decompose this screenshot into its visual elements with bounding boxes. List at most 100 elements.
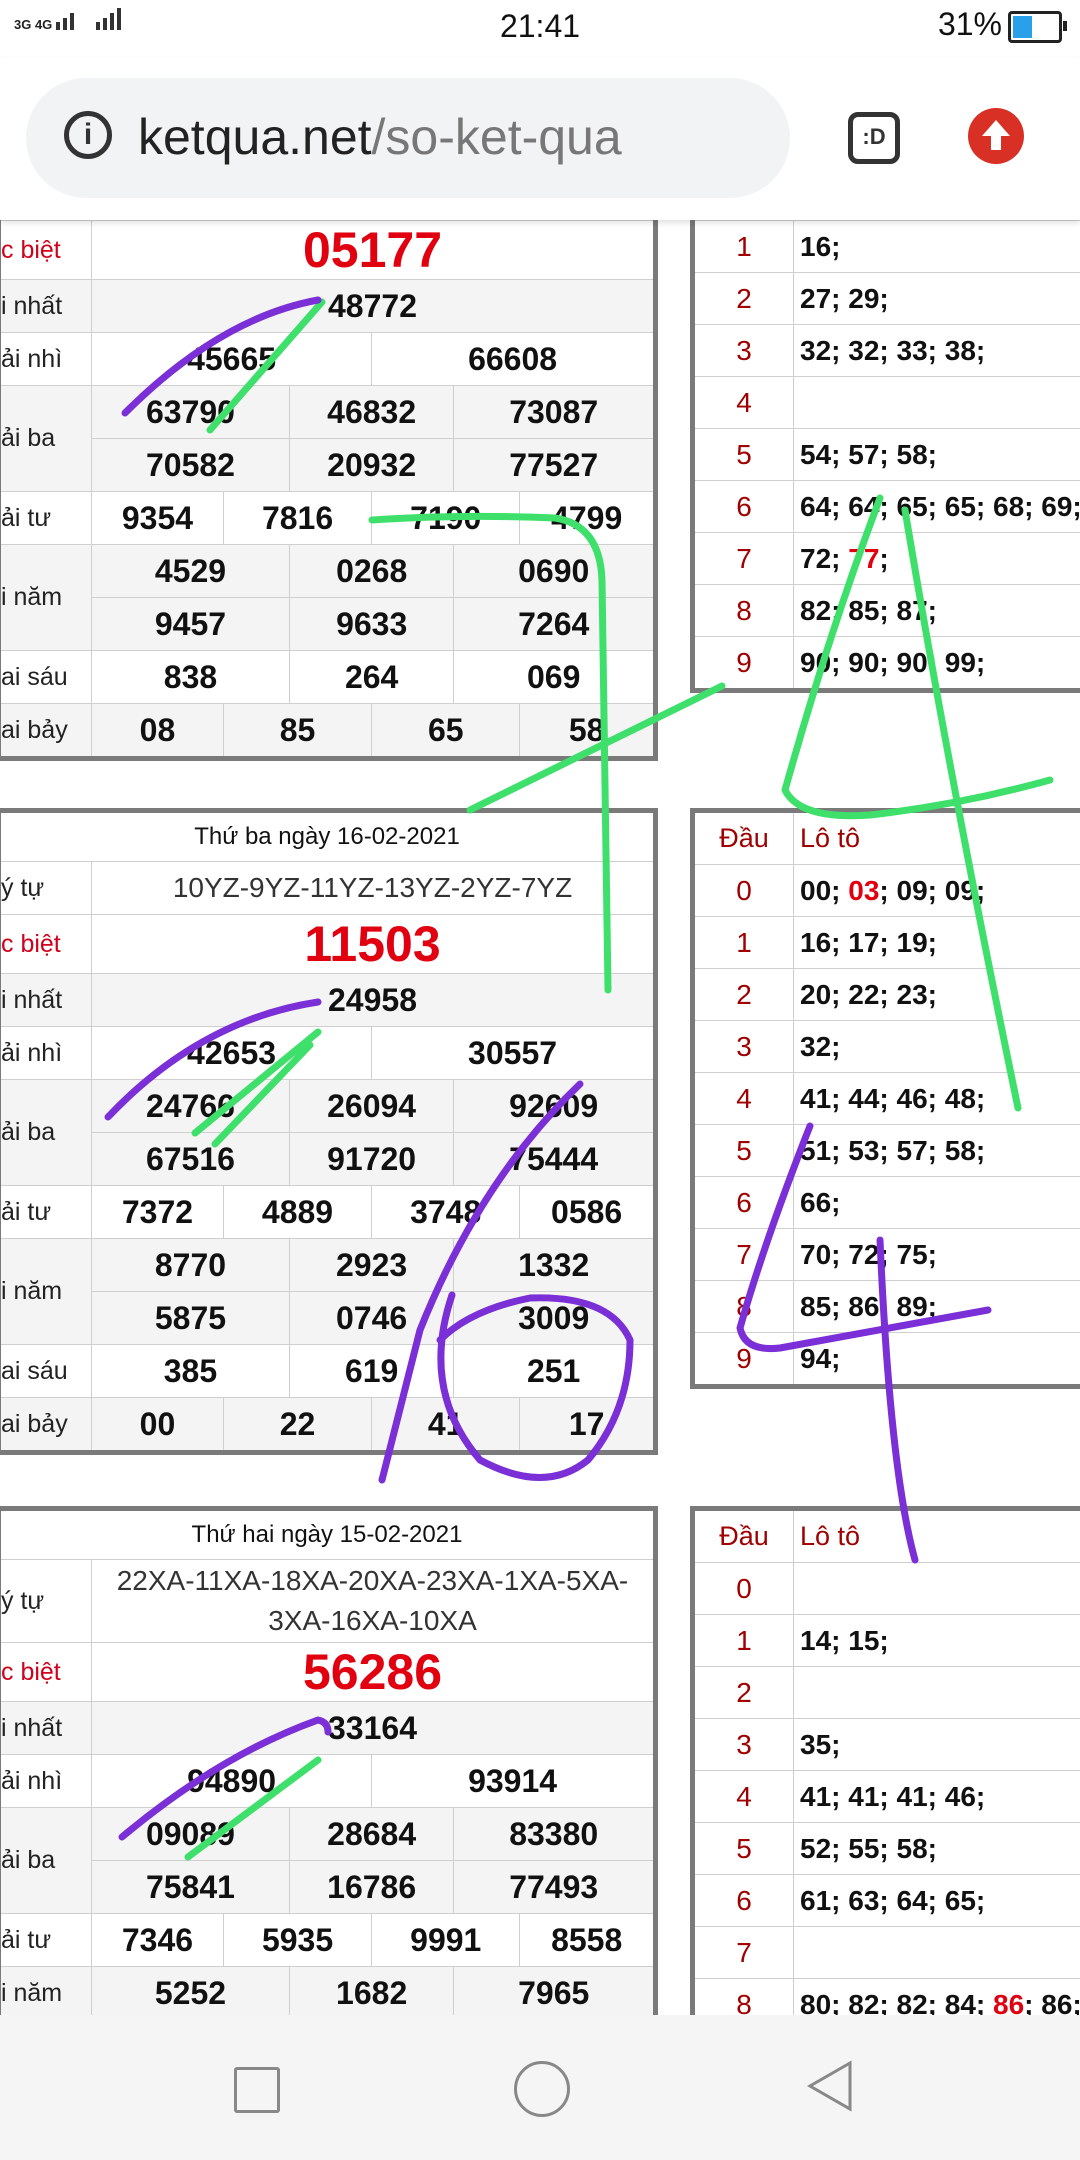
loto-table-3: Đầu Lô tô 0 1 14; 15; 2 3 35; 4 41; 41; 41; … [690, 1506, 1080, 2015]
loto-values: 70; 72; 75; [793, 1228, 1080, 1281]
info-icon[interactable]: i [64, 111, 112, 159]
loto-values: 51; 53; 57; 58; [793, 1124, 1080, 1177]
label-third: ải ba [0, 385, 92, 492]
loto-key: 8 [692, 1978, 794, 2015]
fifth-prize: 7965 [453, 1966, 656, 2015]
result-table-1: c biệt 05177 i nhất 48772 ải nhì 45665 66608… [0, 220, 658, 761]
third-prize: 92609 [453, 1079, 656, 1133]
address-bar[interactable]: i ketqua.net/so-ket-qua [26, 78, 790, 198]
label-sixth: ai sáu [0, 1344, 92, 1398]
loto-highlight: 86 [993, 1988, 1025, 2016]
loto-values: 72; 77; [793, 532, 1080, 585]
update-button[interactable] [968, 108, 1024, 164]
loto-highlight: 77 [848, 542, 880, 574]
loto-values: 90; 90; 90; 99; [793, 636, 1080, 691]
fourth-prize: 3748 [371, 1185, 521, 1239]
loto-key: 3 [692, 324, 794, 377]
draw-date: Thứ ba ngày 16-02-2021 [0, 810, 656, 862]
loto-key: 9 [692, 1332, 794, 1387]
sixth-prize: 838 [91, 650, 290, 704]
third-prize: 67516 [91, 1132, 290, 1186]
second-prize: 30557 [371, 1026, 656, 1080]
loto-key: 7 [692, 532, 794, 585]
third-prize: 77493 [453, 1860, 656, 1914]
loto-values: 32; [793, 1020, 1080, 1073]
loto-part: ; [879, 542, 889, 574]
label-third: ải ba [0, 1079, 92, 1186]
third-prize: 75444 [453, 1132, 656, 1186]
loto-head-label: Đầu [692, 810, 794, 865]
fifth-prize: 1682 [288, 1966, 455, 2015]
page-content: c biệt 05177 i nhất 48772 ải nhì 45665 66608… [0, 220, 1080, 2015]
label-special: c biệt [0, 914, 92, 974]
arrow-up-icon [982, 120, 1010, 150]
third-prize: 16786 [288, 1860, 455, 1914]
third-prize: 73087 [453, 385, 656, 439]
loto-values: 85; 86; 89; [793, 1280, 1080, 1333]
loto-values: 80; 82; 82; 84; 86; 86; [793, 1978, 1080, 2016]
loto-values [793, 1562, 1080, 1615]
fourth-prize: 9354 [91, 491, 224, 545]
seventh-prize: 41 [371, 1397, 521, 1453]
loto-values: 16; [793, 220, 1080, 273]
label-second: ải nhì [0, 1754, 92, 1808]
first-prize: 48772 [91, 279, 656, 333]
fifth-prize: 0268 [288, 544, 455, 598]
first-prize: 24958 [91, 973, 656, 1027]
battery-icon [1008, 10, 1067, 43]
url-text[interactable]: ketqua.net/so-ket-qua [138, 108, 622, 166]
third-prize: 91720 [288, 1132, 455, 1186]
label-seventh: ai bảy [0, 703, 92, 759]
third-prize: 28684 [288, 1807, 455, 1861]
loto-values: 82; 85; 87; [793, 584, 1080, 637]
loto-key: 9 [692, 636, 794, 691]
seventh-prize: 65 [371, 703, 521, 759]
loto-values: 16; 17; 19; [793, 916, 1080, 969]
loto-column-label: Lô tô [793, 1508, 1080, 1563]
loto-key: 3 [692, 1020, 794, 1073]
loto-values [793, 1926, 1080, 1979]
draw-sequence: 10YZ-9YZ-11YZ-13YZ-2YZ-7YZ [91, 861, 656, 915]
seventh-prize: 58 [519, 703, 656, 759]
loto-values: 41; 44; 46; 48; [793, 1072, 1080, 1125]
fourth-prize: 0586 [519, 1185, 656, 1239]
loto-key: 1 [692, 916, 794, 969]
label-fifth: i năm [0, 1966, 92, 2015]
loto-part: ; 09; 09; [879, 874, 986, 906]
result-table-3: Thứ hai ngày 15-02-2021 ý tự 22XA-11XA-18… [0, 1506, 658, 2015]
fifth-prize: 3009 [453, 1291, 656, 1345]
loto-key: 6 [692, 1176, 794, 1229]
second-prize: 42653 [90, 1026, 373, 1080]
label-fourth: ải tư [0, 491, 92, 545]
label-sequence: ý tự [0, 1559, 92, 1643]
label-first: i nhất [0, 973, 92, 1027]
label-special: c biệt [0, 220, 92, 280]
loto-part: 80; 82; 82; 84; [800, 1988, 993, 2016]
recent-apps-button[interactable] [234, 2067, 280, 2113]
loto-key: 3 [692, 1718, 794, 1771]
loto-key: 1 [692, 220, 794, 273]
loto-key: 6 [692, 1874, 794, 1927]
third-prize: 20932 [288, 438, 455, 492]
loto-key: 0 [692, 1562, 794, 1615]
third-prize: 46832 [288, 385, 455, 439]
loto-values [793, 1666, 1080, 1719]
loto-values: 54; 57; 58; [793, 428, 1080, 481]
fifth-prize: 5875 [91, 1291, 290, 1345]
fifth-prize: 7264 [453, 597, 656, 651]
fourth-prize: 4799 [519, 491, 656, 545]
loto-values: 52; 55; 58; [793, 1822, 1080, 1875]
loto-table-2: Đầu Lô tô 0 00; 03; 09; 09; 1 16; 17; 19; 2… [690, 808, 1080, 1389]
loto-part: ; 86; [1024, 1988, 1080, 2016]
loto-values [793, 376, 1080, 429]
fourth-prize: 5935 [222, 1913, 373, 1967]
home-button[interactable] [514, 2061, 570, 2117]
battery-status: 31% [938, 6, 1067, 43]
third-prize: 75841 [91, 1860, 290, 1914]
seventh-prize: 00 [91, 1397, 224, 1453]
back-button[interactable] [806, 2059, 854, 2113]
loto-column-label: Lô tô [793, 810, 1080, 865]
tab-switcher-icon[interactable]: :D [848, 112, 900, 164]
loto-values: 66; [793, 1176, 1080, 1229]
fifth-prize: 0746 [288, 1291, 455, 1345]
